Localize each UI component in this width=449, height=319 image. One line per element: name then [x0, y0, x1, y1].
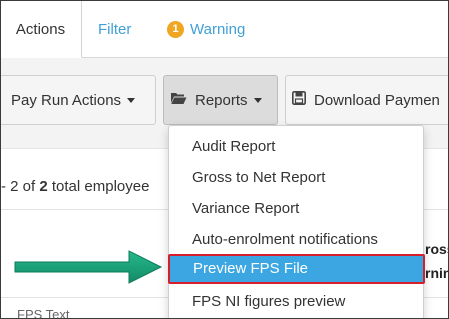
app-frame: Actions Filter 1 Warning Pay Run Actions… [0, 0, 449, 319]
annotation-arrow [14, 250, 163, 284]
